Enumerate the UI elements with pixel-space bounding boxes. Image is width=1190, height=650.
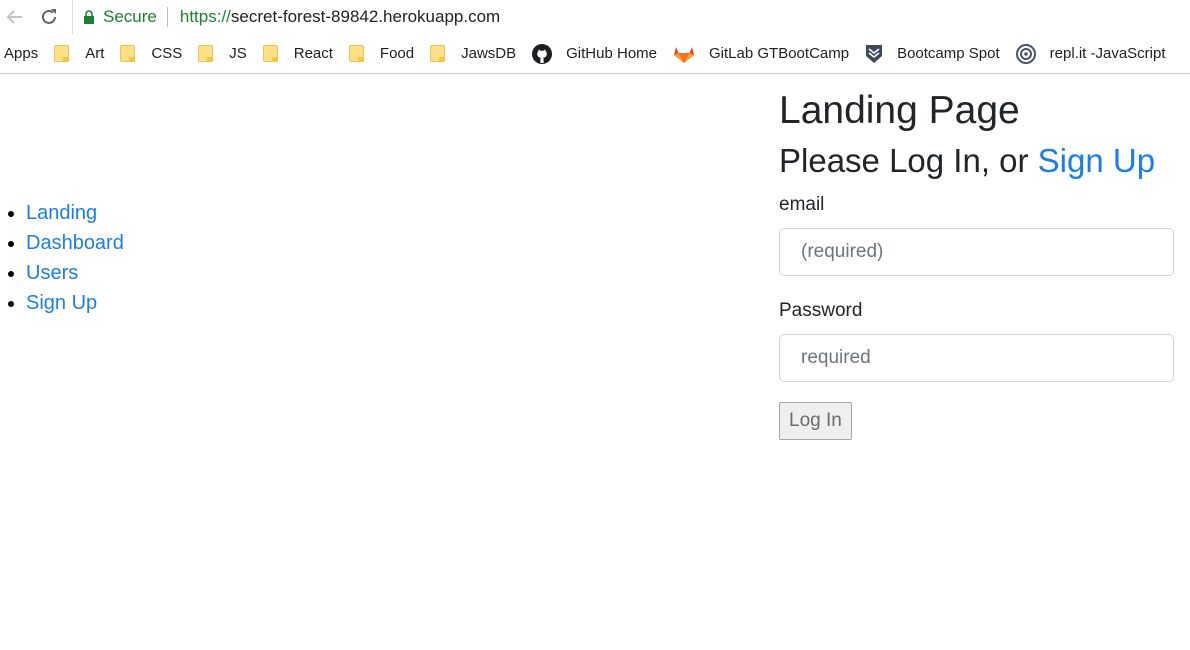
bookmark-jawsdb[interactable]: JawsDB <box>430 45 516 62</box>
bookmark-label: Bootcamp Spot <box>897 45 1000 62</box>
lock-icon <box>83 10 95 24</box>
sign-up-link[interactable]: Sign Up <box>1038 142 1155 179</box>
login-heading-text: Please Log In, or <box>779 142 1038 179</box>
bookmark-label: Art <box>85 45 105 62</box>
secure-label: Secure <box>103 7 157 26</box>
login-form: Landing Page Please Log In, or Sign Up e… <box>779 88 1174 440</box>
email-label: email <box>779 194 825 215</box>
bookmark-label: GitLab GTBootCamp <box>709 45 850 62</box>
nav-link-landing[interactable]: Landing <box>26 202 97 224</box>
bookmark-react[interactable]: React <box>262 45 333 62</box>
bootcamp-spot-icon <box>865 44 883 64</box>
github-icon <box>532 43 553 64</box>
bookmark-apps[interactable]: Apps <box>4 45 38 62</box>
bookmark-gitlab[interactable]: GitLab GTBootCamp <box>673 44 849 64</box>
browser-chrome: Secure https://secret-forest-89842.herok… <box>0 0 1190 74</box>
bookmark-js[interactable]: JS <box>198 45 247 62</box>
bookmark-label: GitHub Home <box>566 45 658 62</box>
folder-icon <box>120 45 136 62</box>
login-heading: Please Log In, or Sign Up <box>779 140 1174 182</box>
password-input[interactable] <box>779 334 1174 382</box>
nav-link-dashboard[interactable]: Dashboard <box>26 232 124 254</box>
nav-item-sign-up: Sign Up <box>26 288 124 318</box>
email-input[interactable] <box>779 228 1174 276</box>
bookmark-label: JS <box>229 45 247 62</box>
nav-link-sign-up[interactable]: Sign Up <box>26 292 97 314</box>
address-bar-row: Secure https://secret-forest-89842.herok… <box>0 0 1190 34</box>
folder-icon <box>430 45 446 62</box>
folder-icon <box>262 45 278 62</box>
back-button[interactable] <box>4 6 26 28</box>
url-scheme: https:// <box>179 7 231 26</box>
log-in-button[interactable]: Log In <box>779 402 852 440</box>
bookmarks-bar: Apps Art CSS JS React Food JawsDB GitHub… <box>0 34 1190 74</box>
nav-link-users[interactable]: Users <box>26 262 78 284</box>
nav-item-landing: Landing <box>26 198 124 228</box>
bookmark-bootcamp-spot[interactable]: Bootcamp Spot <box>865 44 1000 64</box>
bookmark-label: CSS <box>151 45 183 62</box>
bookmark-label: repl.it -JavaScript <box>1049 45 1166 62</box>
omnibox[interactable]: Secure https://secret-forest-89842.herok… <box>72 0 1190 34</box>
folder-icon <box>348 45 364 62</box>
replit-icon <box>1015 43 1036 64</box>
bookmark-css[interactable]: CSS <box>120 45 182 62</box>
nav-list: Landing Dashboard Users Sign Up <box>0 198 124 318</box>
reload-button[interactable] <box>38 6 60 28</box>
arrow-left-icon <box>6 10 22 24</box>
bookmark-food[interactable]: Food <box>348 45 415 62</box>
omnibox-divider <box>166 7 168 27</box>
nav-item-dashboard: Dashboard <box>26 228 124 258</box>
page-title: Landing Page <box>779 89 1020 132</box>
bookmark-label: Food <box>379 45 415 62</box>
bookmark-label: React <box>293 45 333 62</box>
nav-item-users: Users <box>26 258 124 288</box>
folder-icon <box>198 45 214 62</box>
bookmark-replit[interactable]: repl.it -JavaScript <box>1015 43 1166 64</box>
page-content: Landing Dashboard Users Sign Up Landing … <box>0 74 1190 650</box>
reload-icon <box>42 9 56 24</box>
url-host: secret-forest-89842.herokuapp.com <box>230 7 501 26</box>
folder-icon <box>54 45 70 62</box>
bookmark-art[interactable]: Art <box>54 45 104 62</box>
bookmark-github-home[interactable]: GitHub Home <box>532 43 658 64</box>
gitlab-icon <box>673 44 695 64</box>
bookmark-label: Apps <box>4 45 39 62</box>
password-label: Password <box>779 300 863 321</box>
bookmark-label: JawsDB <box>461 45 517 62</box>
